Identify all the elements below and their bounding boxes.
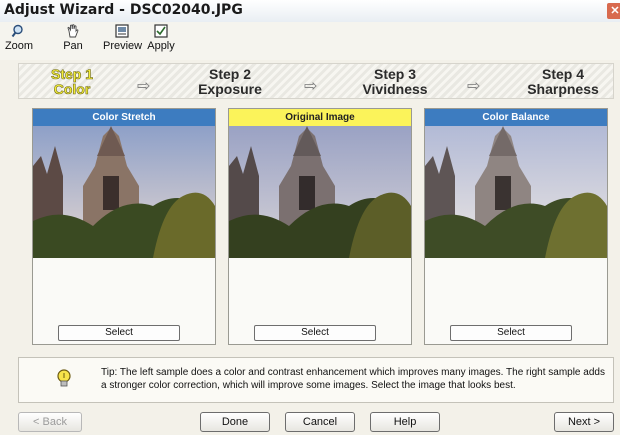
arrow-right-icon: ⇨ [137, 78, 151, 95]
step-vividness: Step 3 Vividness [349, 67, 441, 97]
select-button[interactable]: Select [450, 325, 572, 341]
sample-original-image[interactable]: Original Image Select [228, 108, 412, 345]
toolbar: Zoom Pan Preview Apply [0, 22, 620, 60]
step-number: Step 2 [208, 66, 251, 82]
back-button[interactable]: < Back [18, 412, 82, 432]
step-name: Color [53, 81, 91, 97]
step-name: Exposure [198, 81, 262, 97]
apply-tool[interactable]: Apply [146, 24, 176, 52]
arrow-right-icon: ⇨ [467, 78, 481, 95]
sample-photo [425, 126, 607, 258]
sample-color-stretch[interactable]: Color Stretch Select [32, 108, 216, 345]
step-name: Sharpness [527, 81, 599, 97]
next-button[interactable]: Next > [554, 412, 614, 432]
magnifier-icon [11, 24, 23, 38]
select-button[interactable]: Select [254, 325, 376, 341]
pan-label: Pan [63, 40, 83, 52]
step-sharpness: Step 4 Sharpness [517, 67, 609, 97]
tip-text: Tip: The left sample does a color and co… [101, 367, 605, 391]
arrow-right-icon: ⇨ [304, 78, 318, 95]
sample-title: Color Stretch [33, 109, 215, 126]
wizard-steps: Step 1 Color ⇨ Step 2 Exposure ⇨ Step 3 … [18, 63, 614, 99]
preview-icon [115, 24, 129, 38]
preview-tool[interactable]: Preview [103, 24, 143, 52]
pan-tool[interactable]: Pan [58, 24, 88, 52]
zoom-label: Zoom [4, 40, 34, 52]
help-button[interactable]: Help [370, 412, 440, 432]
window-title: Adjust Wizard - DSC02040.JPG [4, 2, 243, 18]
done-button[interactable]: Done [200, 412, 270, 432]
sample-photo [229, 126, 411, 258]
hand-icon [67, 24, 79, 38]
zoom-tool[interactable]: Zoom [4, 24, 34, 52]
step-number: Step 4 [541, 66, 584, 82]
preview-label: Preview [103, 40, 143, 52]
step-exposure: Step 2 Exposure [184, 67, 276, 97]
step-color: Step 1 Color [37, 66, 107, 97]
tip-box: Tip: The left sample does a color and co… [18, 357, 614, 403]
sample-color-balance[interactable]: Color Balance Select [424, 108, 608, 345]
close-icon: ✕ [610, 5, 620, 17]
sample-title: Original Image [229, 109, 411, 126]
step-number: Step 3 [373, 66, 416, 82]
close-button[interactable]: ✕ [607, 3, 620, 19]
lightbulb-icon [57, 369, 71, 387]
select-button[interactable]: Select [58, 325, 180, 341]
sample-photo [33, 126, 215, 258]
sample-title: Color Balance [425, 109, 607, 126]
title-bar: Adjust Wizard - DSC02040.JPG ✕ [0, 0, 620, 23]
step-name: Vividness [362, 81, 428, 97]
apply-icon [154, 24, 168, 38]
step-number: Step 1 [50, 66, 94, 82]
cancel-button[interactable]: Cancel [285, 412, 355, 432]
apply-label: Apply [147, 40, 175, 52]
